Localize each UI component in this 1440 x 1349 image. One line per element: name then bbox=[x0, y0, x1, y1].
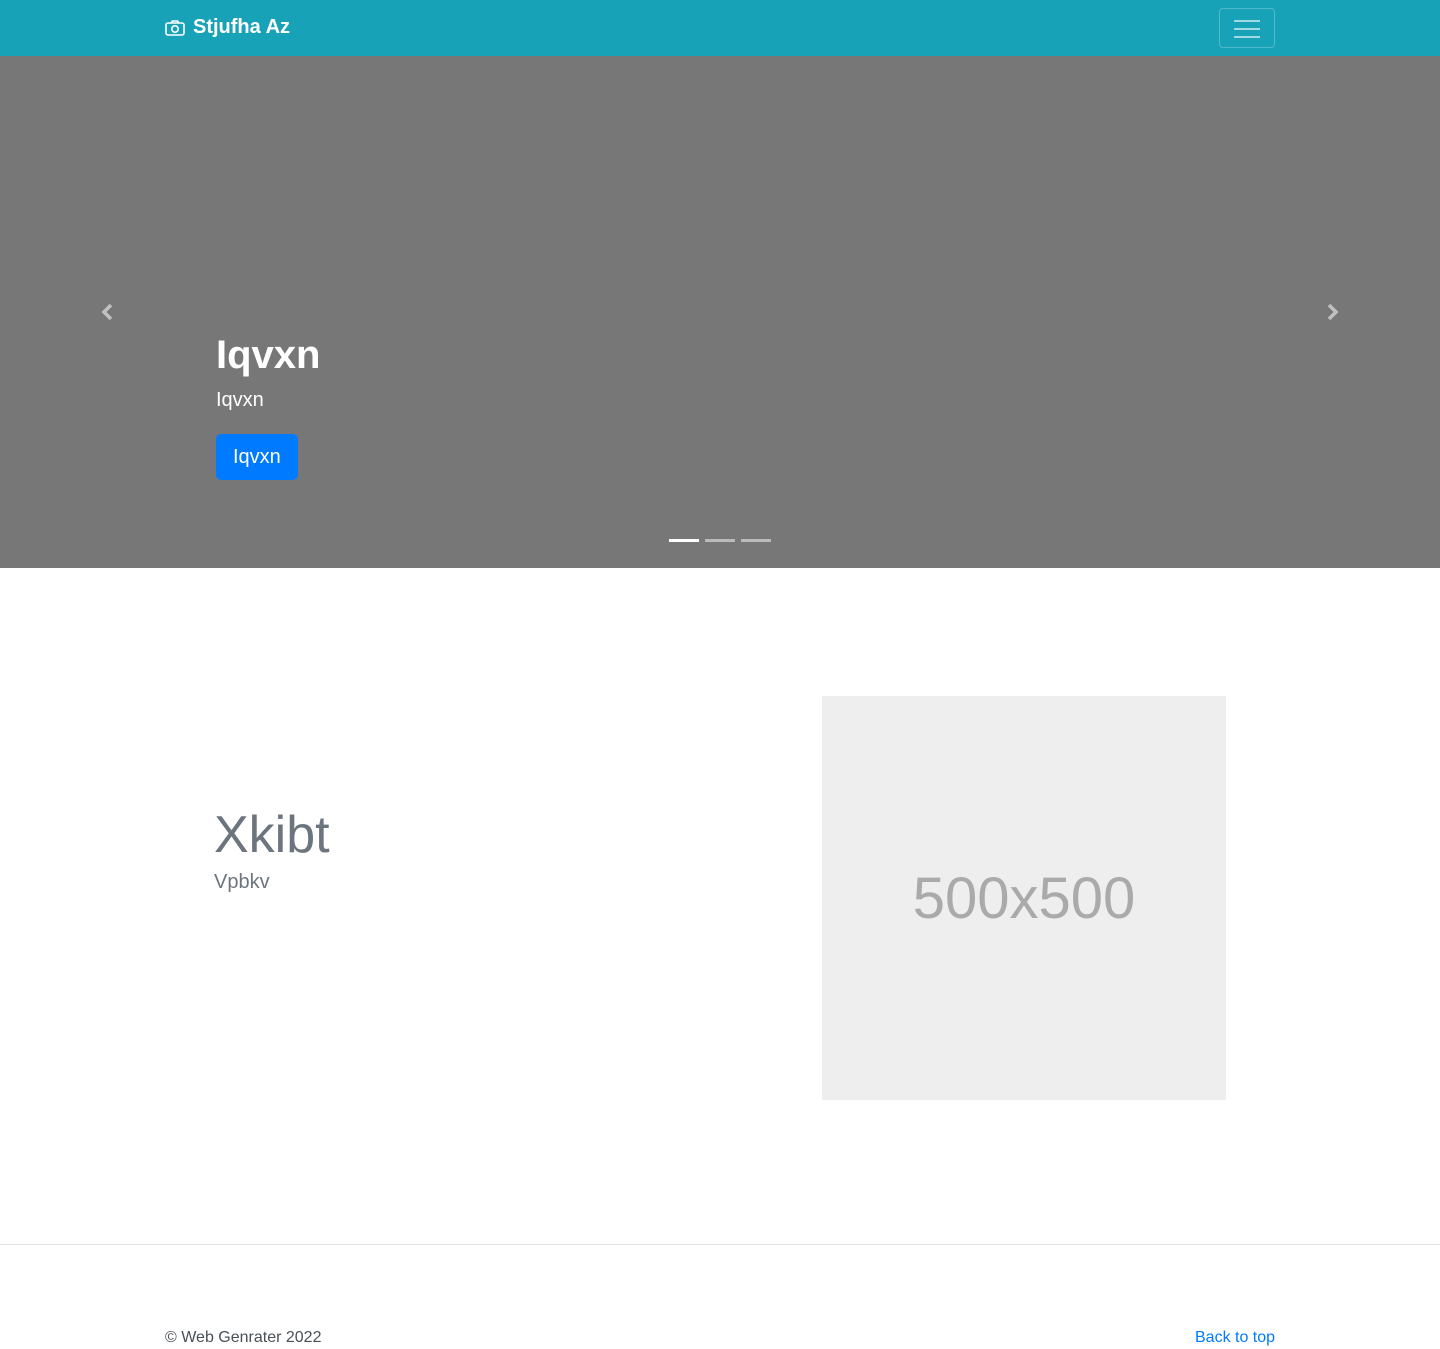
carousel-heading: Iqvxn bbox=[216, 333, 321, 377]
brand-link[interactable]: Stjufha Az bbox=[165, 16, 290, 39]
carousel-indicator-3[interactable] bbox=[741, 539, 771, 542]
feature-title: Xkibt bbox=[214, 806, 330, 864]
carousel-next-button[interactable] bbox=[1320, 300, 1344, 324]
carousel-prev-button[interactable] bbox=[96, 300, 120, 324]
placeholder-label: 500x500 bbox=[912, 865, 1136, 931]
feature-image-placeholder: 500x500 bbox=[822, 696, 1226, 1100]
footer-divider bbox=[0, 1244, 1440, 1245]
carousel-indicator-2[interactable] bbox=[705, 539, 735, 542]
feature-subtitle: Vpbkv bbox=[214, 871, 270, 893]
hero-carousel: Iqvxn Iqvxn Iqvxn bbox=[0, 56, 1440, 568]
footer-copyright: © Web Genrater 2022 bbox=[165, 1329, 322, 1346]
carousel-subtext: Iqvxn bbox=[216, 389, 264, 411]
carousel-indicator-1[interactable] bbox=[669, 539, 699, 542]
chevron-left-icon bbox=[101, 303, 113, 321]
camera-icon bbox=[165, 19, 185, 36]
back-to-top-link[interactable]: Back to top bbox=[1195, 1328, 1275, 1348]
brand-text: Stjufha Az bbox=[193, 16, 291, 38]
hamburger-icon bbox=[1234, 20, 1260, 38]
navbar: Stjufha Az bbox=[0, 0, 1440, 56]
carousel-caption: Iqvxn Iqvxn Iqvxn bbox=[216, 331, 320, 480]
navbar-toggler-button[interactable] bbox=[1219, 8, 1275, 48]
carousel-indicators bbox=[669, 539, 771, 542]
carousel-cta-button[interactable]: Iqvxn bbox=[216, 434, 298, 480]
chevron-right-icon bbox=[1327, 303, 1339, 321]
